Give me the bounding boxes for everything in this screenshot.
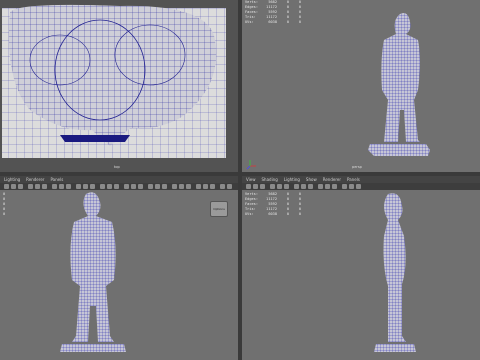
side-figure-mesh bbox=[374, 193, 416, 352]
viewport-bottom-right[interactable]: View Shading Lighting Show Renderer Pane… bbox=[242, 176, 480, 360]
head-closeup-mesh bbox=[0, 0, 238, 172]
camera-label-top: top bbox=[114, 165, 120, 169]
viewport-top-right[interactable]: Verts: 5682 0 0 Edges: 11172 0 0 Faces: 5592 0 0 … bbox=[242, 0, 480, 172]
camera-label-persp: persp bbox=[352, 165, 362, 169]
viewport-bottom-left[interactable]: Lighting Renderer Panels 0 0 0 0 0 Optio… bbox=[0, 176, 238, 360]
persp-figure-mesh bbox=[246, 13, 430, 170]
axis-indicator-icon bbox=[246, 160, 256, 170]
viewport-top-left[interactable]: top bbox=[0, 0, 238, 172]
front-figure-mesh bbox=[60, 192, 126, 352]
